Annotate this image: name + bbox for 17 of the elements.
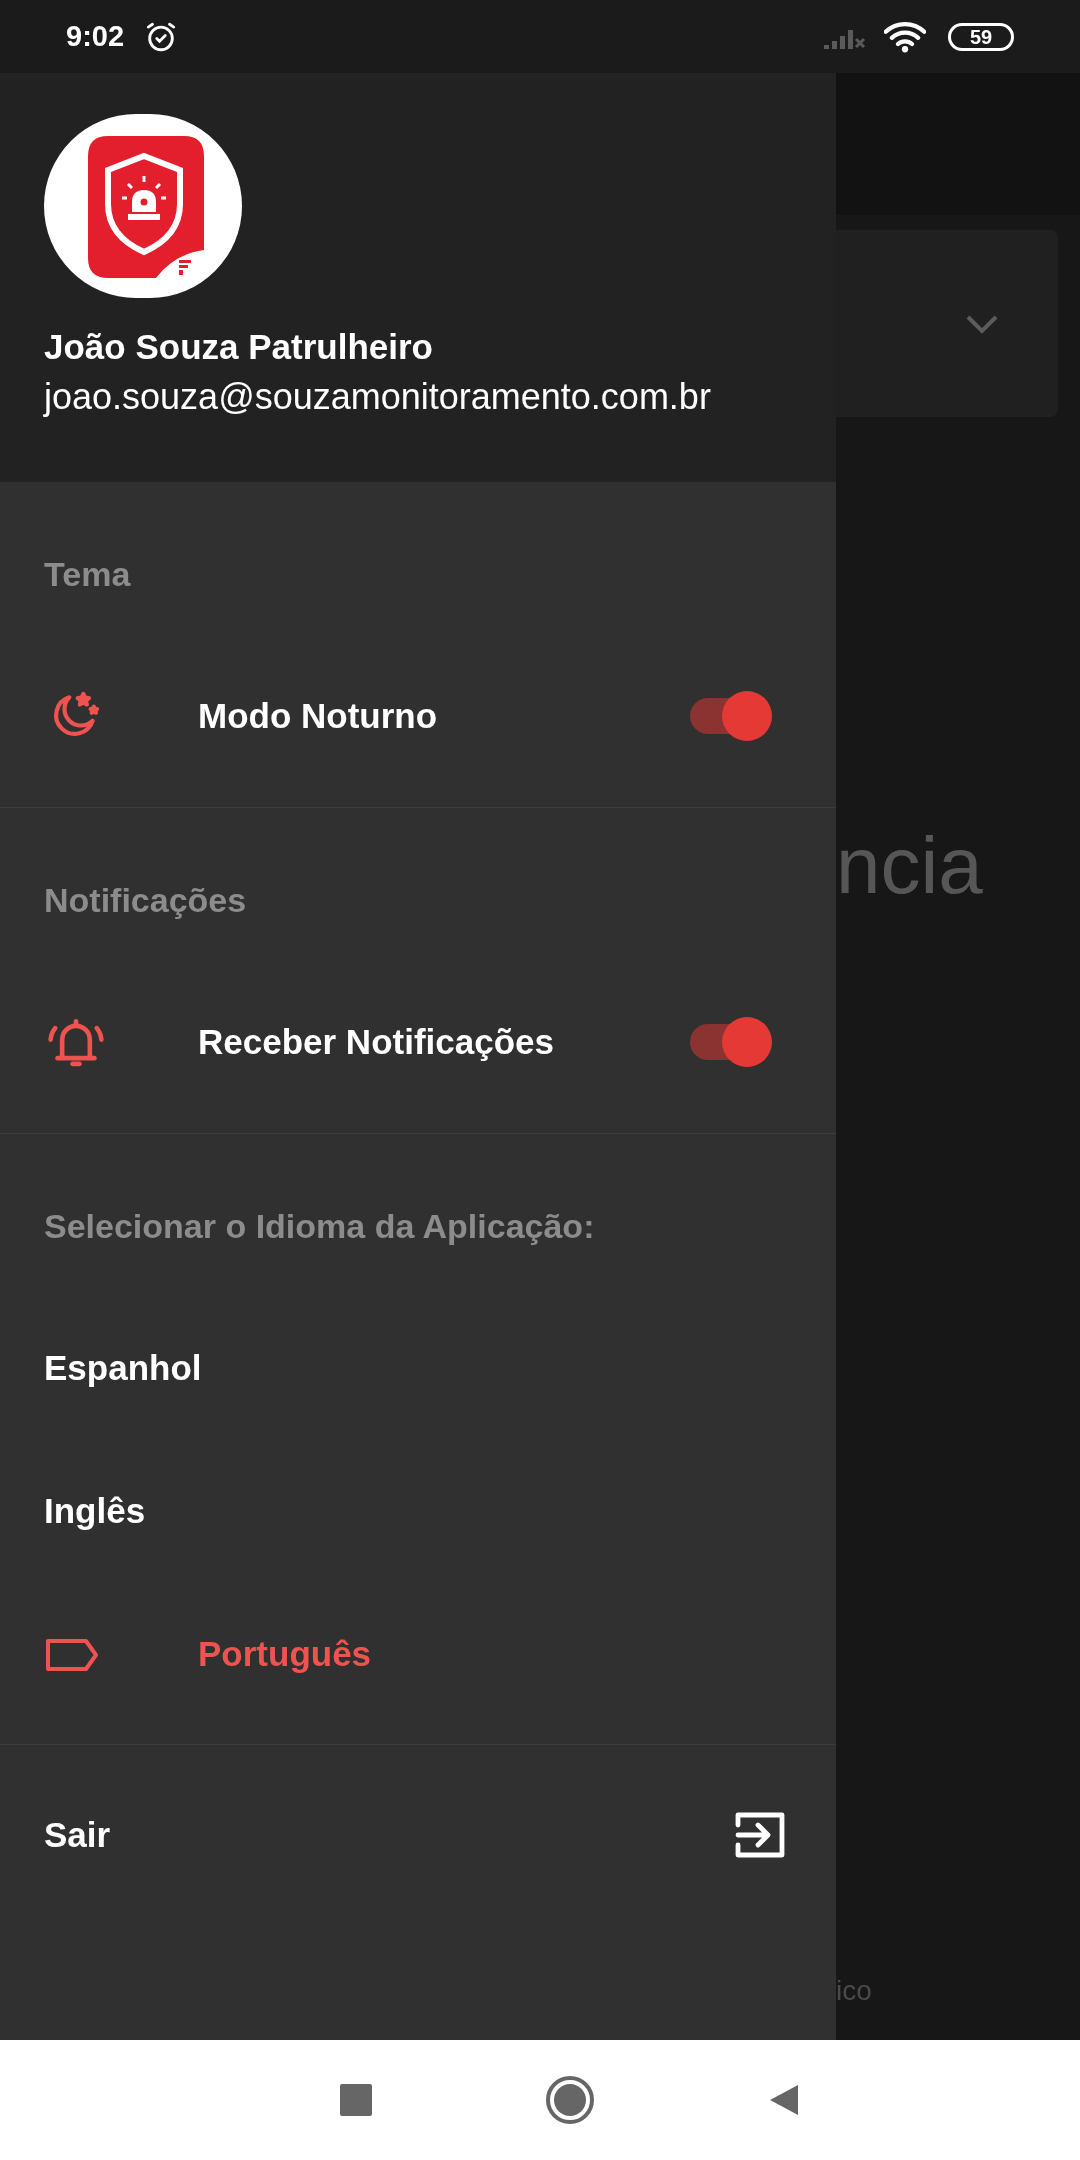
setting-label: Receber Notificações	[198, 1020, 555, 1063]
logout-item[interactable]: Sair	[0, 1745, 836, 1925]
back-button[interactable]	[768, 2083, 800, 2117]
heading-fragment: ncia	[836, 821, 984, 911]
section-header: Tema	[43, 558, 132, 590]
status-time: 9:02	[66, 18, 125, 54]
user-email: joao.souza@souzamonitoramento.com.br	[44, 376, 712, 418]
tag-icon	[44, 1636, 100, 1673]
exit-icon	[734, 1811, 786, 1859]
language-option[interactable]: Inglês	[0, 1440, 836, 1583]
battery-indicator: 59	[948, 22, 1014, 51]
language-option[interactable]: Português	[0, 1583, 836, 1726]
setting-label: Modo Noturno	[198, 694, 439, 737]
wifi-icon	[884, 20, 926, 53]
user-name: João Souza Patrulheiro	[44, 326, 434, 368]
language-option[interactable]: Espanhol	[0, 1297, 836, 1440]
home-button[interactable]	[546, 2076, 594, 2124]
